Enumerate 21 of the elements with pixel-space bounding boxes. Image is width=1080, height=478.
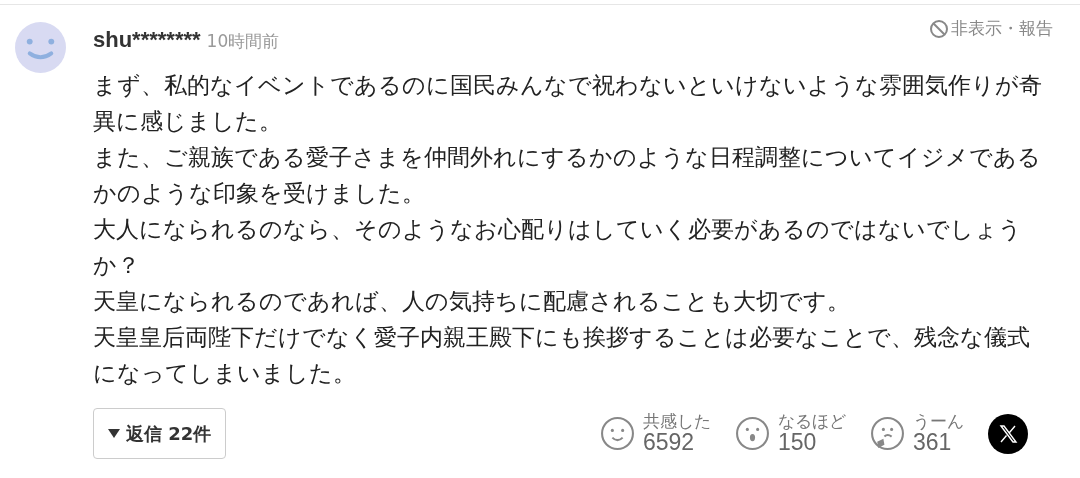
replies-button[interactable]: 返信 22件 <box>93 408 227 459</box>
hide-report-link[interactable]: 非表示・報告 <box>951 17 1053 40</box>
thinking-face-icon[interactable] <box>870 416 905 451</box>
comment-text: 天皇皇后両陛下だけでなく愛子内親王殿下にも挨拶することは必要なことで、残念な儀式になってしまいました。 <box>93 323 1031 388</box>
reaction-label: 共感した <box>643 411 711 431</box>
avatar-icon <box>15 22 66 73</box>
prohibited-icon[interactable] <box>929 18 949 39</box>
comment-text: まず、私的なイベントであるのに国民みんなで祝わないといけないような雰囲気作りが奇異に感じました。 <box>93 71 1043 136</box>
user-name: shu******** <box>93 26 201 53</box>
surprised-face-icon[interactable] <box>735 416 770 451</box>
smile-face-icon[interactable] <box>600 416 635 451</box>
reaction-count: 6592 <box>643 430 695 456</box>
reaction-label: なるほど <box>778 411 846 431</box>
comment-text: また、ご親族である愛子さまを仲間外れにするかのような日程調整についてイジメであるかのような印象を受けました。 <box>93 143 1042 208</box>
comment-text: 大人になられるのなら、そのようなお心配りはしていく必要があるのではないでしょうか？ <box>93 215 1023 280</box>
x-share-icon[interactable] <box>988 413 1028 454</box>
reaction-count: 361 <box>913 430 953 456</box>
comment-text: 天皇になられるのであれば、人の気持ちに配慮されることも大切です。 <box>93 287 851 316</box>
reaction-count: 150 <box>778 430 817 456</box>
reaction-label: うーん <box>913 411 964 431</box>
post-time: 10時間前 <box>206 29 280 53</box>
